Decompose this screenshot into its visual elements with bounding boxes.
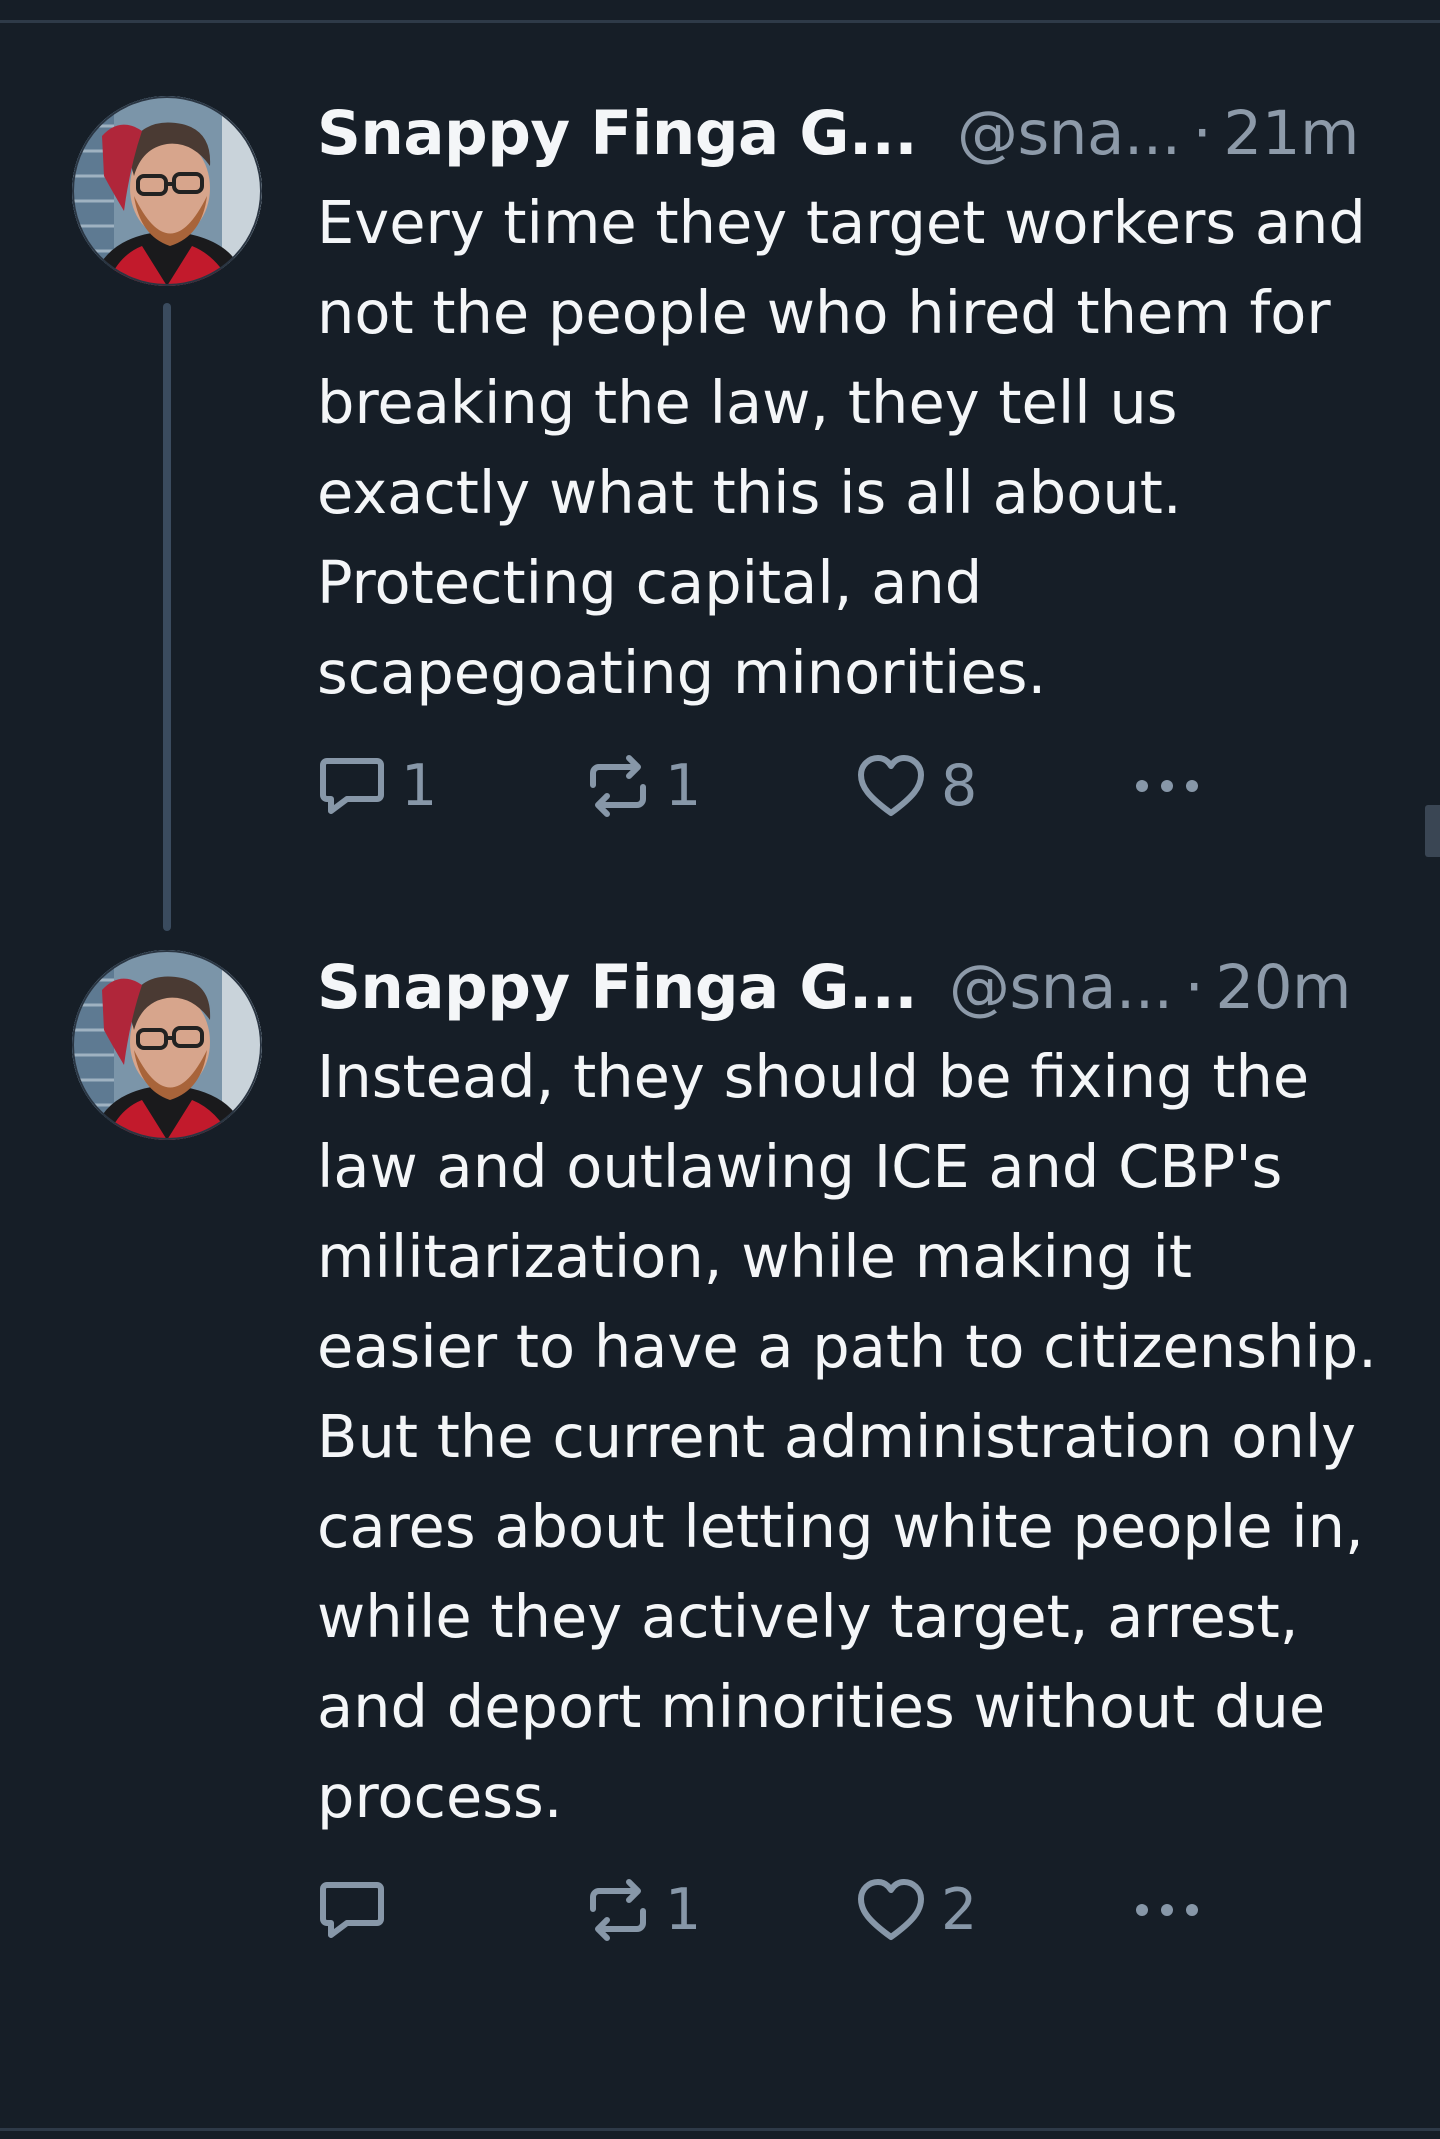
handle[interactable]: @sna...: [957, 98, 1181, 169]
like-count: 8: [941, 753, 978, 819]
repost-count: 1: [665, 753, 702, 819]
avatar[interactable]: [72, 950, 262, 1140]
repost-button[interactable]: 1: [585, 746, 701, 826]
like-count: 2: [941, 1877, 978, 1943]
heart-icon: [858, 755, 924, 816]
repost-arrows-icon: [590, 755, 646, 817]
thread-connector-line: [163, 303, 171, 931]
bottom-divider: [0, 2128, 1440, 2131]
post-header: Snappy Finga G... @sna... · 20m: [317, 944, 1377, 1032]
repost-arrows-icon: [590, 1879, 646, 1941]
heart-icon: [858, 1879, 924, 1940]
more-options-button[interactable]: [1127, 1870, 1207, 1950]
timestamp[interactable]: 20m: [1215, 952, 1351, 1023]
post-header: Snappy Finga G... @sna... · 21m: [317, 90, 1377, 178]
display-name[interactable]: Snappy Finga G...: [317, 90, 918, 178]
reply-button[interactable]: 1: [317, 746, 437, 826]
top-divider: [0, 20, 1440, 23]
repost-count: 1: [665, 1877, 702, 1943]
handle-and-time: @sna... · 20m: [949, 944, 1351, 1032]
handle[interactable]: @sna...: [949, 952, 1173, 1023]
more-dots-icon: [1136, 1904, 1198, 1916]
handle-and-time: @sna... · 21m: [957, 90, 1359, 178]
post-actions: 1 2: [317, 1870, 1377, 1950]
reply-count: 1: [401, 753, 438, 819]
repost-button[interactable]: 1: [585, 1870, 701, 1950]
separator: ·: [1192, 98, 1212, 169]
reply-bubble-icon: [320, 1882, 384, 1938]
avatar[interactable]: [72, 96, 262, 286]
post-actions: 1 1 8: [317, 746, 1377, 826]
separator: ·: [1184, 952, 1204, 1023]
post-content: Snappy Finga G... @sna... · 20m Instead, t…: [317, 944, 1377, 1950]
post-text: Every time they target workers and not t…: [317, 188, 1366, 707]
reply-bubble-icon: [320, 758, 384, 814]
timestamp[interactable]: 21m: [1223, 98, 1359, 169]
post-text: Instead, they should be fixing the law a…: [317, 1042, 1377, 1831]
like-button[interactable]: 2: [855, 1870, 977, 1950]
display-name[interactable]: Snappy Finga G...: [317, 944, 918, 1032]
like-button[interactable]: 8: [855, 746, 977, 826]
more-options-button[interactable]: [1127, 746, 1207, 826]
more-dots-icon: [1136, 780, 1198, 792]
reply-button[interactable]: [317, 1870, 401, 1950]
scrollbar-thumb[interactable]: [1425, 805, 1440, 857]
post-content: Snappy Finga G... @sna... · 21m Every time…: [317, 90, 1377, 826]
